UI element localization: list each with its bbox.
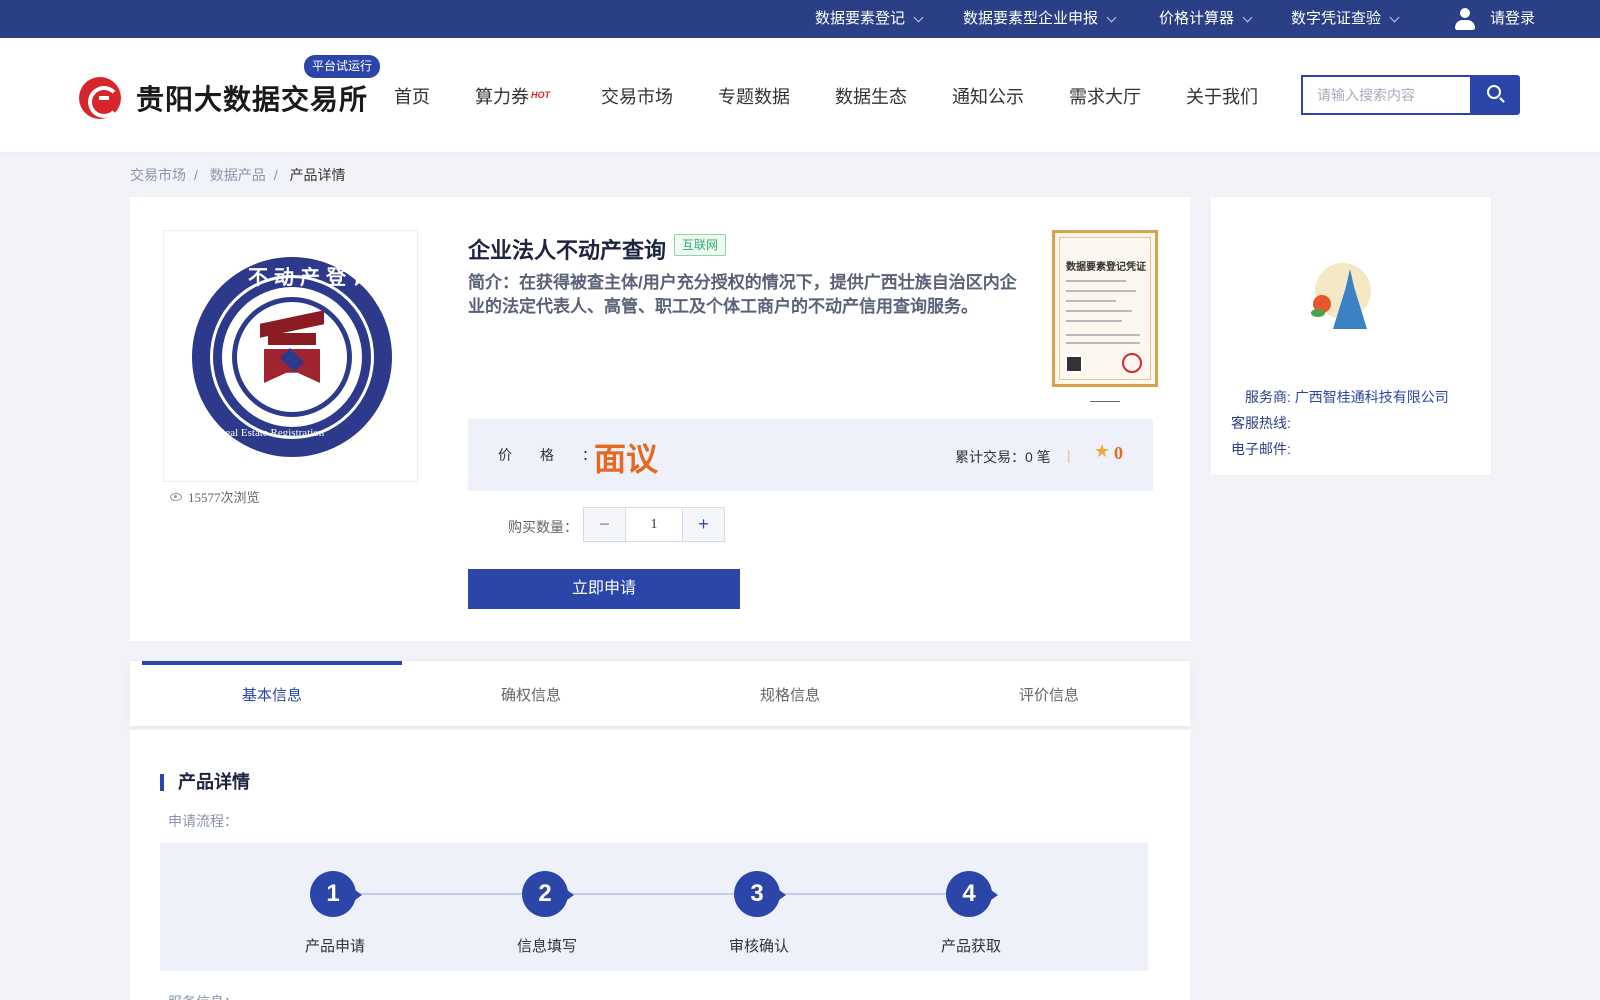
detail-tabs: 基本信息 确权信息 规格信息 评价信息 bbox=[130, 661, 1190, 726]
product-detail-section: 产品详情 申请流程： 1 2 3 4 产品申请 信息填写 审核确认 产品获取 服… bbox=[130, 730, 1190, 1000]
step-number: 4 bbox=[946, 871, 998, 917]
chevron-down-icon bbox=[1389, 12, 1400, 22]
service-label: 服务商: bbox=[1245, 389, 1291, 405]
nav-ecosystem[interactable]: 数据生态 bbox=[835, 83, 907, 109]
certificate-title: 数据要素登记凭证 bbox=[1066, 262, 1146, 273]
star-icon: ★ bbox=[1094, 441, 1111, 461]
step-label: 产品获取 bbox=[940, 938, 1001, 955]
product-card: 不动产登记 Real Estate Registration 15577次浏览 … bbox=[130, 197, 1190, 641]
breadcrumb: 交易市场 / 数据产品 / 产品详情 bbox=[130, 167, 346, 183]
tab-rights-info[interactable]: 确权信息 bbox=[401, 661, 661, 726]
chevron-down-icon bbox=[913, 12, 924, 22]
section-title: 产品详情 bbox=[160, 773, 250, 791]
hotline-label: 客服热线: bbox=[1231, 415, 1291, 431]
step-label: 审核确认 bbox=[728, 938, 789, 955]
nav-compute-voucher[interactable]: 算力券 bbox=[475, 83, 529, 109]
breadcrumb-products[interactable]: 数据产品 bbox=[210, 167, 266, 183]
step-number: 1 bbox=[310, 871, 362, 917]
price-panel: 价格： 面议 累计交易：0 笔 | ★ 0 bbox=[468, 419, 1153, 491]
step-label: 信息填写 bbox=[516, 938, 577, 955]
service-info-label: 服务信息： bbox=[168, 992, 238, 1000]
breadcrumb-current: 产品详情 bbox=[289, 167, 346, 183]
chevron-down-icon bbox=[1242, 12, 1253, 22]
logo-icon[interactable] bbox=[79, 77, 121, 119]
topbar-item-label: 价格计算器 bbox=[1159, 10, 1235, 27]
trial-badge: 平台试运行 bbox=[304, 55, 381, 78]
site-header: 贵阳大数据交易所 平台试运行 首页 算力券 HOT 交易市场 专题数据 数据生态… bbox=[0, 38, 1600, 152]
email-label: 电子邮件: bbox=[1231, 441, 1291, 457]
quantity-input[interactable]: 1 bbox=[625, 508, 683, 541]
tab-spec-info[interactable]: 规格信息 bbox=[660, 661, 920, 726]
category-tag: 互联网 bbox=[674, 234, 727, 256]
logo-text[interactable]: 贵阳大数据交易所 bbox=[136, 78, 368, 118]
tab-basic-info[interactable]: 基本信息 bbox=[142, 661, 402, 726]
login-link[interactable]: 请登录 bbox=[1454, 0, 1535, 38]
topbar-enterprise-declaration[interactable]: 数据要素型企业申报 bbox=[963, 0, 1117, 38]
chevron-down-icon bbox=[1106, 12, 1117, 22]
breadcrumb-market[interactable]: 交易市场 bbox=[130, 167, 186, 183]
nav-market[interactable]: 交易市场 bbox=[601, 83, 673, 109]
decrease-button[interactable]: − bbox=[584, 508, 625, 541]
product-image: 不动产登记 Real Estate Registration bbox=[163, 230, 418, 482]
view-count: 15577次浏览 bbox=[170, 487, 260, 506]
quantity-stepper: − 1 + bbox=[583, 507, 725, 542]
certificate-indicator[interactable] bbox=[1090, 401, 1120, 402]
nav-demand-hall[interactable]: 需求大厅 bbox=[1069, 83, 1141, 109]
topbar-item-label: 数据要素登记 bbox=[815, 10, 906, 27]
provider-service-row: 服务商: 广西智桂通科技有限公司 bbox=[1245, 387, 1449, 407]
flow-connector bbox=[354, 893, 990, 895]
seal-text-bottom: Real Estate Registration bbox=[218, 427, 325, 439]
topbar-item-label: 数据要素型企业申报 bbox=[963, 10, 1099, 27]
search-button[interactable] bbox=[1470, 75, 1520, 115]
stamp-icon bbox=[1122, 353, 1142, 373]
user-icon bbox=[1454, 7, 1476, 31]
nav-topic-data[interactable]: 专题数据 bbox=[718, 83, 790, 109]
real-estate-seal-icon: 不动产登记 Real Estate Registration bbox=[192, 257, 392, 457]
product-title: 企业法人不动产查询 bbox=[468, 238, 667, 263]
step-number: 2 bbox=[522, 871, 574, 917]
service-provider-link[interactable]: 广西智桂通科技有限公司 bbox=[1295, 389, 1449, 405]
nav-about[interactable]: 关于我们 bbox=[1186, 83, 1258, 109]
topbar-certificate-check[interactable]: 数字凭证查验 bbox=[1291, 0, 1400, 38]
provider-logo-icon bbox=[1309, 263, 1385, 331]
flow-label: 申请流程： bbox=[168, 813, 238, 829]
rating-count: 0 bbox=[1114, 443, 1123, 463]
increase-button[interactable]: + bbox=[683, 508, 724, 541]
topbar-price-calculator[interactable]: 价格计算器 bbox=[1159, 0, 1253, 38]
tab-review-info[interactable]: 评价信息 bbox=[919, 661, 1179, 726]
search-input[interactable]: 请输入搜索内容 bbox=[1301, 75, 1471, 115]
nav-home[interactable]: 首页 bbox=[394, 83, 430, 109]
apply-button[interactable]: 立即申请 bbox=[468, 569, 740, 609]
qr-code-icon bbox=[1065, 355, 1083, 373]
step-label: 产品申请 bbox=[304, 938, 365, 955]
hot-badge: HOT bbox=[531, 90, 550, 100]
view-count-label: 15577次浏览 bbox=[188, 490, 260, 505]
quantity-label: 购买数量： bbox=[508, 519, 578, 535]
nav-notices[interactable]: 通知公示 bbox=[952, 83, 1024, 109]
application-flow: 1 2 3 4 产品申请 信息填写 审核确认 产品获取 bbox=[160, 843, 1148, 971]
topbar-data-registration[interactable]: 数据要素登记 bbox=[815, 0, 924, 38]
provider-card: 服务商: 广西智桂通科技有限公司 客服热线: 电子邮件: bbox=[1211, 197, 1491, 475]
certificate-thumbnail[interactable]: 数据要素登记凭证 bbox=[1052, 230, 1158, 387]
topbar-item-label: 数字凭证查验 bbox=[1291, 10, 1382, 27]
seal-text-top: 不动产登记 bbox=[248, 267, 378, 289]
step-number: 3 bbox=[734, 871, 786, 917]
divider: | bbox=[1067, 447, 1071, 463]
product-description: 简介：在获得被查主体/用户充分授权的情况下，提供广西壮族自治区内企业的法定代表人… bbox=[468, 273, 1017, 316]
eye-icon bbox=[170, 492, 182, 501]
login-label: 请登录 bbox=[1490, 10, 1536, 27]
top-bar: 数据要素登记 数据要素型企业申报 价格计算器 数字凭证查验 请登录 bbox=[0, 0, 1600, 38]
price-value: 面议 bbox=[594, 441, 659, 477]
deal-count: 累计交易：0 笔 bbox=[955, 449, 1051, 465]
